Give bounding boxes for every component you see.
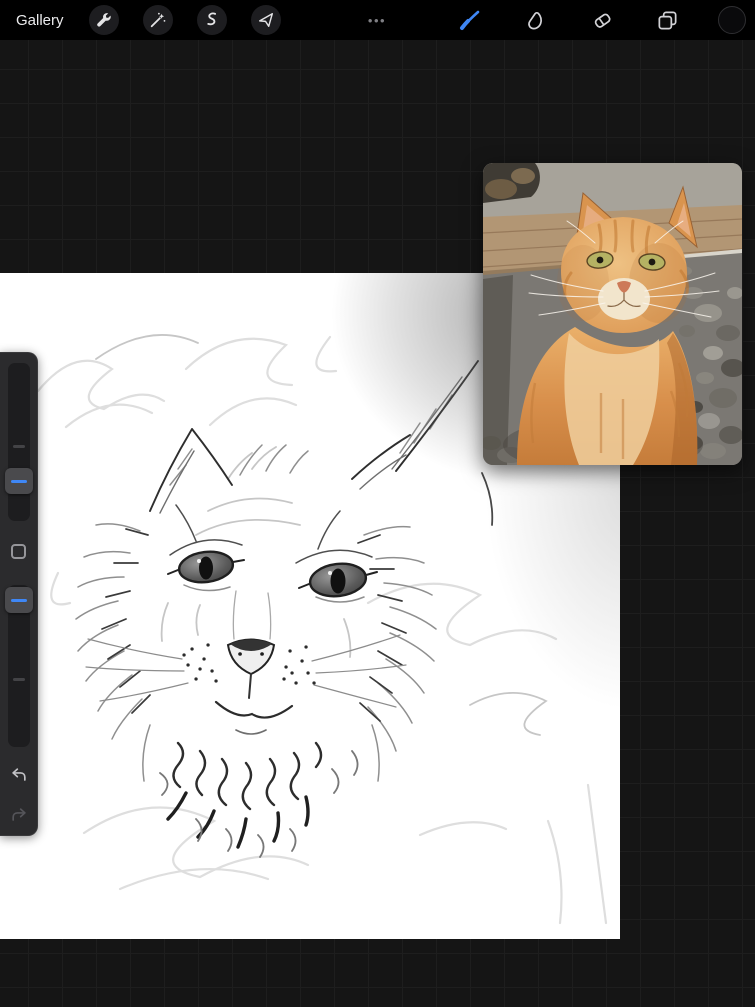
sketch-eyes [167, 550, 378, 598]
magic-wand-icon [150, 12, 166, 28]
reference-image-panel[interactable] [483, 163, 742, 465]
slider-tick [13, 445, 25, 448]
accent-line [11, 598, 27, 602]
undo-button[interactable] [0, 759, 38, 791]
procreate-app: Gallery ••• [0, 0, 755, 1007]
smudge-button[interactable] [520, 4, 552, 36]
brush-size-slider[interactable] [5, 363, 33, 521]
brush-size-handle[interactable] [5, 468, 33, 494]
opacity-slider[interactable] [5, 585, 33, 747]
sketch-nose-mouth [214, 638, 294, 735]
adjustments-button[interactable] [143, 5, 173, 35]
redo-button[interactable] [0, 799, 38, 831]
transform-button[interactable] [251, 5, 281, 35]
slider-tick [13, 678, 25, 681]
undo-icon [12, 768, 26, 781]
actions-button[interactable] [89, 5, 119, 35]
opacity-handle[interactable] [5, 587, 33, 613]
modify-button[interactable] [11, 544, 26, 559]
accent-line [11, 479, 27, 483]
paint-brush-button[interactable] [454, 4, 486, 36]
eraser-icon [594, 13, 611, 28]
smudge-finger-icon [527, 11, 542, 29]
layers-button[interactable] [651, 4, 683, 36]
transform-arrow-icon [258, 12, 274, 28]
selection-s-icon [207, 12, 217, 26]
reference-cat-photo [483, 163, 742, 465]
gallery-button[interactable]: Gallery [16, 0, 64, 40]
eraser-button[interactable] [586, 4, 618, 36]
color-swatch-button[interactable] [718, 6, 746, 34]
paint-brush-icon [460, 10, 480, 30]
top-toolbar: Gallery ••• [0, 0, 755, 40]
brush-sidebar [0, 352, 38, 836]
wrench-icon [97, 13, 111, 27]
layers-icon [657, 10, 677, 30]
redo-icon [12, 808, 26, 821]
selection-button[interactable] [197, 5, 227, 35]
canvas-options-button[interactable]: ••• [350, 0, 404, 40]
